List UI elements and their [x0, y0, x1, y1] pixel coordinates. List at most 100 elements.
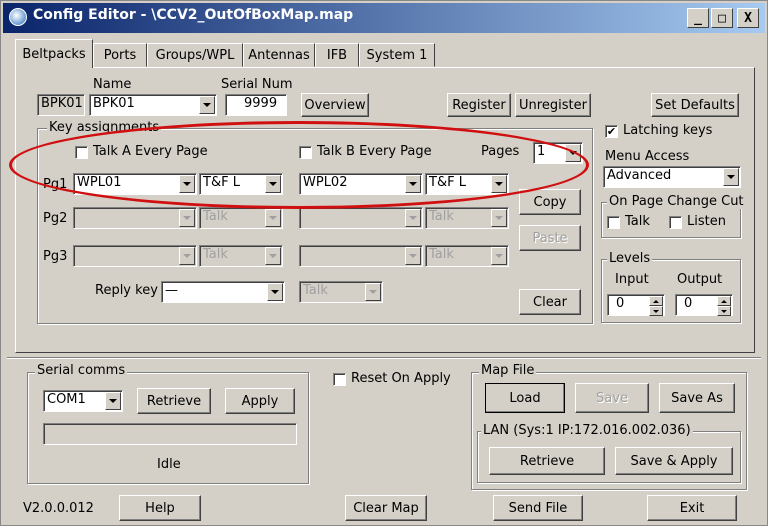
pg2-a-group-combo	[73, 207, 197, 229]
serial-comms-title: Serial comms	[35, 363, 128, 378]
serial-num-field[interactable]: 9999	[225, 94, 287, 116]
pages-combo[interactable]: 1	[533, 142, 583, 164]
pg1-a-group-combo[interactable]: WPL01	[73, 173, 197, 195]
key-assignments-title: Key assignments	[47, 120, 162, 135]
menu-access-label: Menu Access	[605, 149, 690, 164]
tab-ports[interactable]: Ports	[93, 43, 147, 67]
reply-key-label: Reply key	[95, 283, 158, 298]
pg3-a-mode-combo: Talk	[199, 245, 283, 267]
register-button[interactable]: Register	[447, 93, 511, 117]
pg1-label: Pg1	[43, 177, 68, 192]
spinner-arrows-icon[interactable]	[649, 296, 663, 316]
talk-a-every-page-checkbox[interactable]	[75, 146, 88, 159]
output-level-spinner[interactable]: 0	[675, 294, 733, 316]
chevron-down-icon[interactable]	[405, 175, 421, 193]
cut-talk-label: Talk	[625, 214, 650, 229]
lan-retrieve-button[interactable]: Retrieve	[489, 447, 605, 475]
chevron-down-icon	[405, 247, 421, 265]
spinner-arrows-icon[interactable]	[717, 296, 731, 316]
exit-button[interactable]: Exit	[647, 495, 737, 521]
com-port-combo[interactable]: COM1	[43, 390, 123, 412]
cut-listen-label: Listen	[687, 214, 726, 229]
divider	[7, 357, 761, 359]
chevron-down-icon[interactable]	[565, 144, 581, 162]
chevron-down-icon	[265, 209, 281, 227]
chevron-down-icon	[365, 283, 381, 301]
beltpack-name-combo[interactable]: BPK01	[89, 94, 217, 116]
overview-button[interactable]: Overview	[301, 93, 369, 117]
pg2-label: Pg2	[43, 211, 68, 226]
reset-on-apply-checkbox[interactable]	[333, 373, 346, 386]
chevron-down-icon[interactable]	[267, 283, 283, 301]
paste-button: Paste	[519, 225, 581, 251]
pg3-a-group-combo	[73, 245, 197, 267]
cut-talk-checkbox[interactable]	[607, 216, 620, 229]
pg2-a-mode-combo: Talk	[199, 207, 283, 229]
chevron-down-icon[interactable]	[179, 175, 195, 193]
tab-system-1[interactable]: System 1	[359, 43, 435, 67]
chevron-down-icon	[491, 209, 507, 227]
input-level-spinner[interactable]: 0	[607, 294, 665, 316]
close-button[interactable]: X	[737, 8, 759, 28]
pg3-b-mode-combo: Talk	[425, 245, 509, 267]
latching-keys-label: Latching keys	[623, 123, 713, 138]
chevron-down-icon	[179, 247, 195, 265]
menu-access-combo[interactable]: Advanced	[603, 166, 741, 188]
reply-key-combo[interactable]: —	[161, 281, 285, 303]
chevron-down-icon[interactable]	[199, 96, 215, 114]
tab-ifb[interactable]: IFB	[315, 43, 359, 67]
chevron-down-icon[interactable]	[105, 392, 121, 410]
pg1-a-mode-combo[interactable]: T&F L	[199, 173, 283, 195]
send-file-button[interactable]: Send File	[493, 495, 583, 521]
pg2-b-group-combo	[299, 207, 423, 229]
talk-b-every-page-checkbox[interactable]	[299, 146, 312, 159]
chevron-down-icon[interactable]	[491, 175, 507, 193]
pages-label: Pages	[481, 144, 520, 159]
set-defaults-button[interactable]: Set Defaults	[651, 93, 739, 117]
output-label: Output	[677, 272, 723, 287]
clear-map-button[interactable]: Clear Map	[345, 495, 427, 521]
tab-groups-wpl[interactable]: Groups/WPL	[147, 43, 243, 67]
chevron-down-icon	[491, 247, 507, 265]
window-title: Config Editor - \CCV2_OutOfBoxMap.map	[33, 7, 354, 23]
serial-retrieve-button[interactable]: Retrieve	[137, 388, 211, 414]
talk-a-every-page-label: Talk A Every Page	[93, 144, 208, 159]
chevron-down-icon	[265, 247, 281, 265]
maximize-button[interactable]: □	[711, 8, 733, 28]
serial-progress-bar	[43, 423, 297, 445]
chevron-down-icon[interactable]	[723, 168, 739, 186]
save-and-apply-button[interactable]: Save & Apply	[615, 447, 733, 475]
map-file-title: Map File	[479, 363, 537, 378]
save-as-button[interactable]: Save As	[659, 383, 735, 413]
serial-num-label: Serial Num	[221, 77, 293, 92]
pg1-b-group-combo[interactable]: WPL02	[299, 173, 423, 195]
chevron-down-icon[interactable]	[265, 175, 281, 193]
pg3-label: Pg3	[43, 249, 68, 264]
reply-mode-combo: Talk	[299, 281, 383, 303]
pg3-b-group-combo	[299, 245, 423, 267]
reset-on-apply-label: Reset On Apply	[351, 371, 451, 386]
version-label: V2.0.0.012	[23, 501, 94, 516]
unregister-button[interactable]: Unregister	[515, 93, 591, 117]
save-button: Save	[575, 383, 649, 413]
chevron-down-icon	[405, 209, 421, 227]
beltpack-id-field: BPK01	[37, 94, 85, 116]
latching-keys-checkbox[interactable]: ✔	[605, 125, 618, 138]
clear-button[interactable]: Clear	[519, 289, 581, 315]
copy-button[interactable]: Copy	[519, 189, 581, 215]
config-editor-icon	[9, 8, 27, 26]
pg2-b-mode-combo: Talk	[425, 207, 509, 229]
config-editor-window: Config Editor - \CCV2_OutOfBoxMap.map _ …	[0, 0, 768, 526]
tab-antennas[interactable]: Antennas	[243, 43, 315, 67]
help-button[interactable]: Help	[119, 495, 201, 521]
tab-beltpacks[interactable]: Beltpacks	[15, 39, 93, 68]
on-page-change-title: On Page Change Cut	[607, 194, 746, 209]
serial-apply-button[interactable]: Apply	[225, 388, 295, 414]
talk-b-every-page-label: Talk B Every Page	[317, 144, 432, 159]
minimize-button[interactable]: _	[687, 8, 709, 28]
load-button[interactable]: Load	[485, 383, 565, 413]
pg1-b-mode-combo[interactable]: T&F L	[425, 173, 509, 195]
cut-listen-checkbox[interactable]	[669, 216, 682, 229]
lan-title: LAN (Sys:1 IP:172.016.002.036)	[481, 423, 693, 438]
input-label: Input	[615, 272, 649, 287]
